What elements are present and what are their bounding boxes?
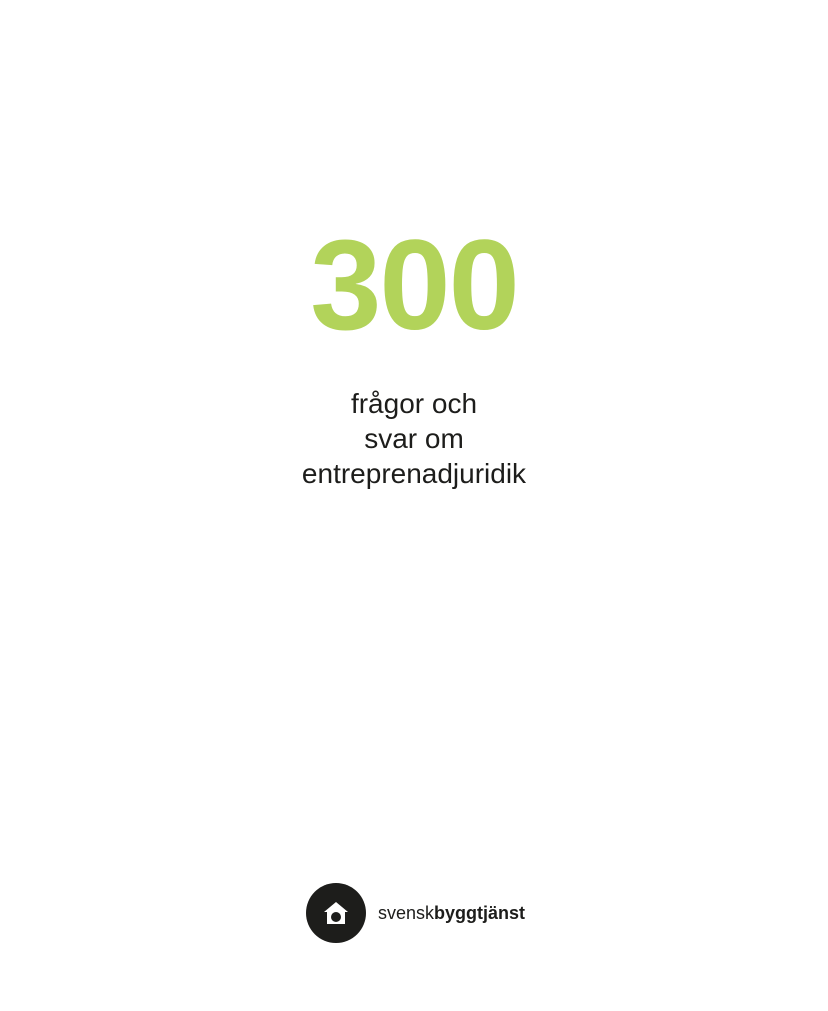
publisher-logo: svenskbyggtjänst bbox=[306, 883, 525, 943]
house-icon bbox=[324, 902, 348, 924]
logo-circle bbox=[306, 883, 366, 943]
logo-wordmark: svenskbyggtjänst bbox=[378, 903, 525, 924]
book-cover: 300 frågor och svar om entreprenadjuridi… bbox=[0, 0, 828, 1011]
subtitle-line-2: svar om bbox=[364, 423, 464, 454]
logo-text-light: svensk bbox=[378, 902, 435, 923]
subtitle-line-3: entreprenadjuridik bbox=[301, 458, 527, 489]
cover-subtitle: frågor och svar om entreprenadjuridik bbox=[0, 386, 828, 491]
subtitle-line-1: frågor och bbox=[350, 388, 478, 419]
logo-text-bold: byggtjänst bbox=[434, 902, 526, 923]
cover-number: 300 bbox=[310, 214, 520, 357]
